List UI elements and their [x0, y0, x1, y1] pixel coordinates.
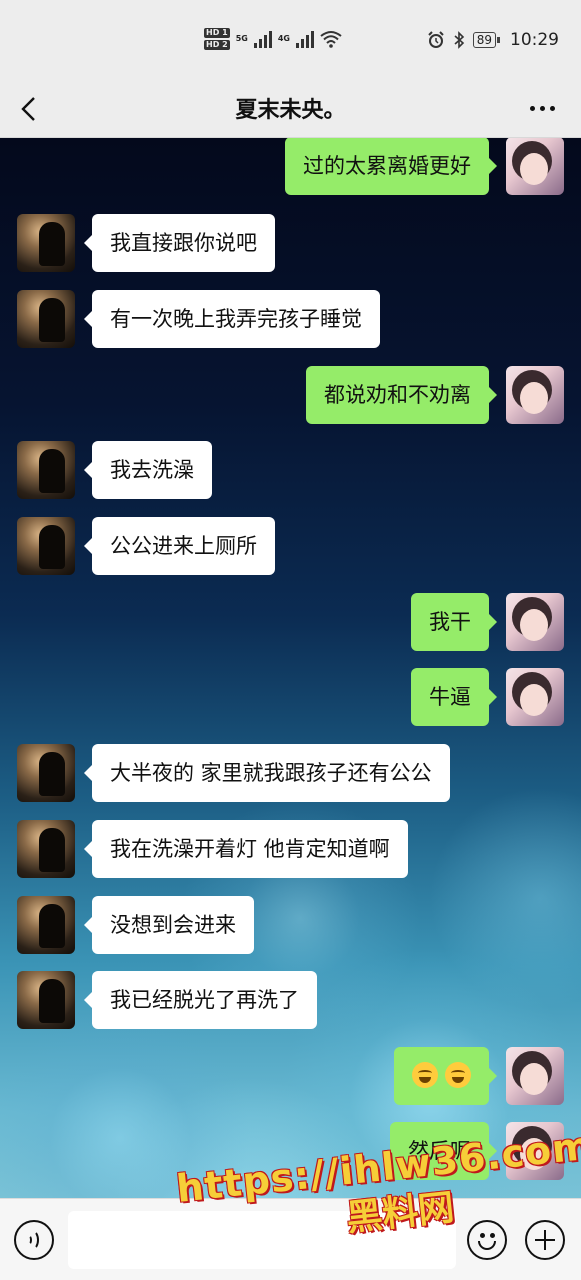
net1-label: 5G [235, 34, 248, 43]
message-bubble-self[interactable]: 牛逼 [411, 668, 497, 726]
laughing-crying-emoji-icon [445, 1062, 471, 1088]
signal-icon-2 [295, 30, 314, 48]
message-bubble-contact[interactable]: 我已经脱光了再洗了 [84, 971, 317, 1029]
net2-label: 4G [277, 34, 290, 43]
avatar-self[interactable] [506, 366, 564, 424]
input-bar [0, 1198, 581, 1280]
clock-time: 10:29 [510, 30, 559, 50]
battery-level: 89 [472, 32, 501, 48]
avatar-self[interactable] [506, 593, 564, 651]
avatar-self[interactable] [506, 1047, 564, 1105]
chat-title: 夏末未央。 [235, 98, 346, 123]
message-bubble-contact[interactable]: 我去洗澡 [84, 441, 212, 499]
avatar-contact[interactable] [17, 517, 75, 575]
message-bubble-contact[interactable]: 我在洗澡开着灯 他肯定知道啊 [84, 820, 408, 878]
laughing-crying-emoji-icon [412, 1062, 439, 1088]
wifi-icon [320, 31, 342, 48]
message-input[interactable] [68, 1211, 456, 1269]
avatar-self[interactable] [506, 1122, 564, 1180]
hd1-badge: HD 1 [204, 28, 230, 38]
avatar-contact[interactable] [17, 896, 75, 954]
hd-badges: HD 1 HD 2 [204, 28, 230, 50]
message-list[interactable]: 过的太累离婚更好 我直接跟你说吧 有一次晚上我弄完孩子睡觉 都说劝和不劝离 我去… [0, 138, 581, 1198]
avatar-contact[interactable] [17, 441, 75, 499]
avatar-self[interactable] [506, 138, 564, 195]
signal-icon [253, 30, 272, 48]
message-bubble-self[interactable]: 过的太累离婚更好 [285, 138, 497, 195]
plus-button[interactable] [525, 1220, 565, 1260]
message-bubble-contact[interactable]: 没想到会进来 [84, 896, 254, 954]
message-bubble-self[interactable]: 都说劝和不劝离 [306, 366, 497, 424]
message-bubble-contact[interactable]: 我直接跟你说吧 [84, 214, 275, 272]
network-indicators: HD 1 HD 2 5G 4G [204, 28, 342, 50]
voice-button[interactable] [14, 1220, 54, 1260]
avatar-contact[interactable] [17, 820, 75, 878]
alarm-icon [428, 31, 444, 48]
status-bar: HD 1 HD 2 5G 4G 89 10:29 [0, 0, 581, 78]
chat-header: 夏末未央。 [0, 78, 581, 138]
message-bubble-contact[interactable]: 大半夜的 家里就我跟孩子还有公公 [84, 744, 450, 802]
message-bubble-self-emoji[interactable] [394, 1047, 497, 1105]
avatar-contact[interactable] [17, 744, 75, 802]
bluetooth-icon [454, 31, 464, 49]
hd2-badge: HD 2 [204, 40, 230, 50]
avatar-contact[interactable] [17, 214, 75, 272]
avatar-contact[interactable] [17, 290, 75, 348]
system-indicators: 89 10:29 [427, 30, 559, 50]
emoji-button[interactable] [467, 1220, 507, 1260]
avatar-contact[interactable] [17, 971, 75, 1029]
message-bubble-self[interactable]: 然后呢 [390, 1122, 497, 1180]
message-bubble-contact[interactable]: 公公进来上厕所 [84, 517, 275, 575]
message-bubble-self[interactable]: 我干 [411, 593, 497, 651]
message-bubble-contact[interactable]: 有一次晚上我弄完孩子睡觉 [84, 290, 380, 348]
more-button[interactable] [525, 90, 561, 126]
avatar-self[interactable] [506, 668, 564, 726]
